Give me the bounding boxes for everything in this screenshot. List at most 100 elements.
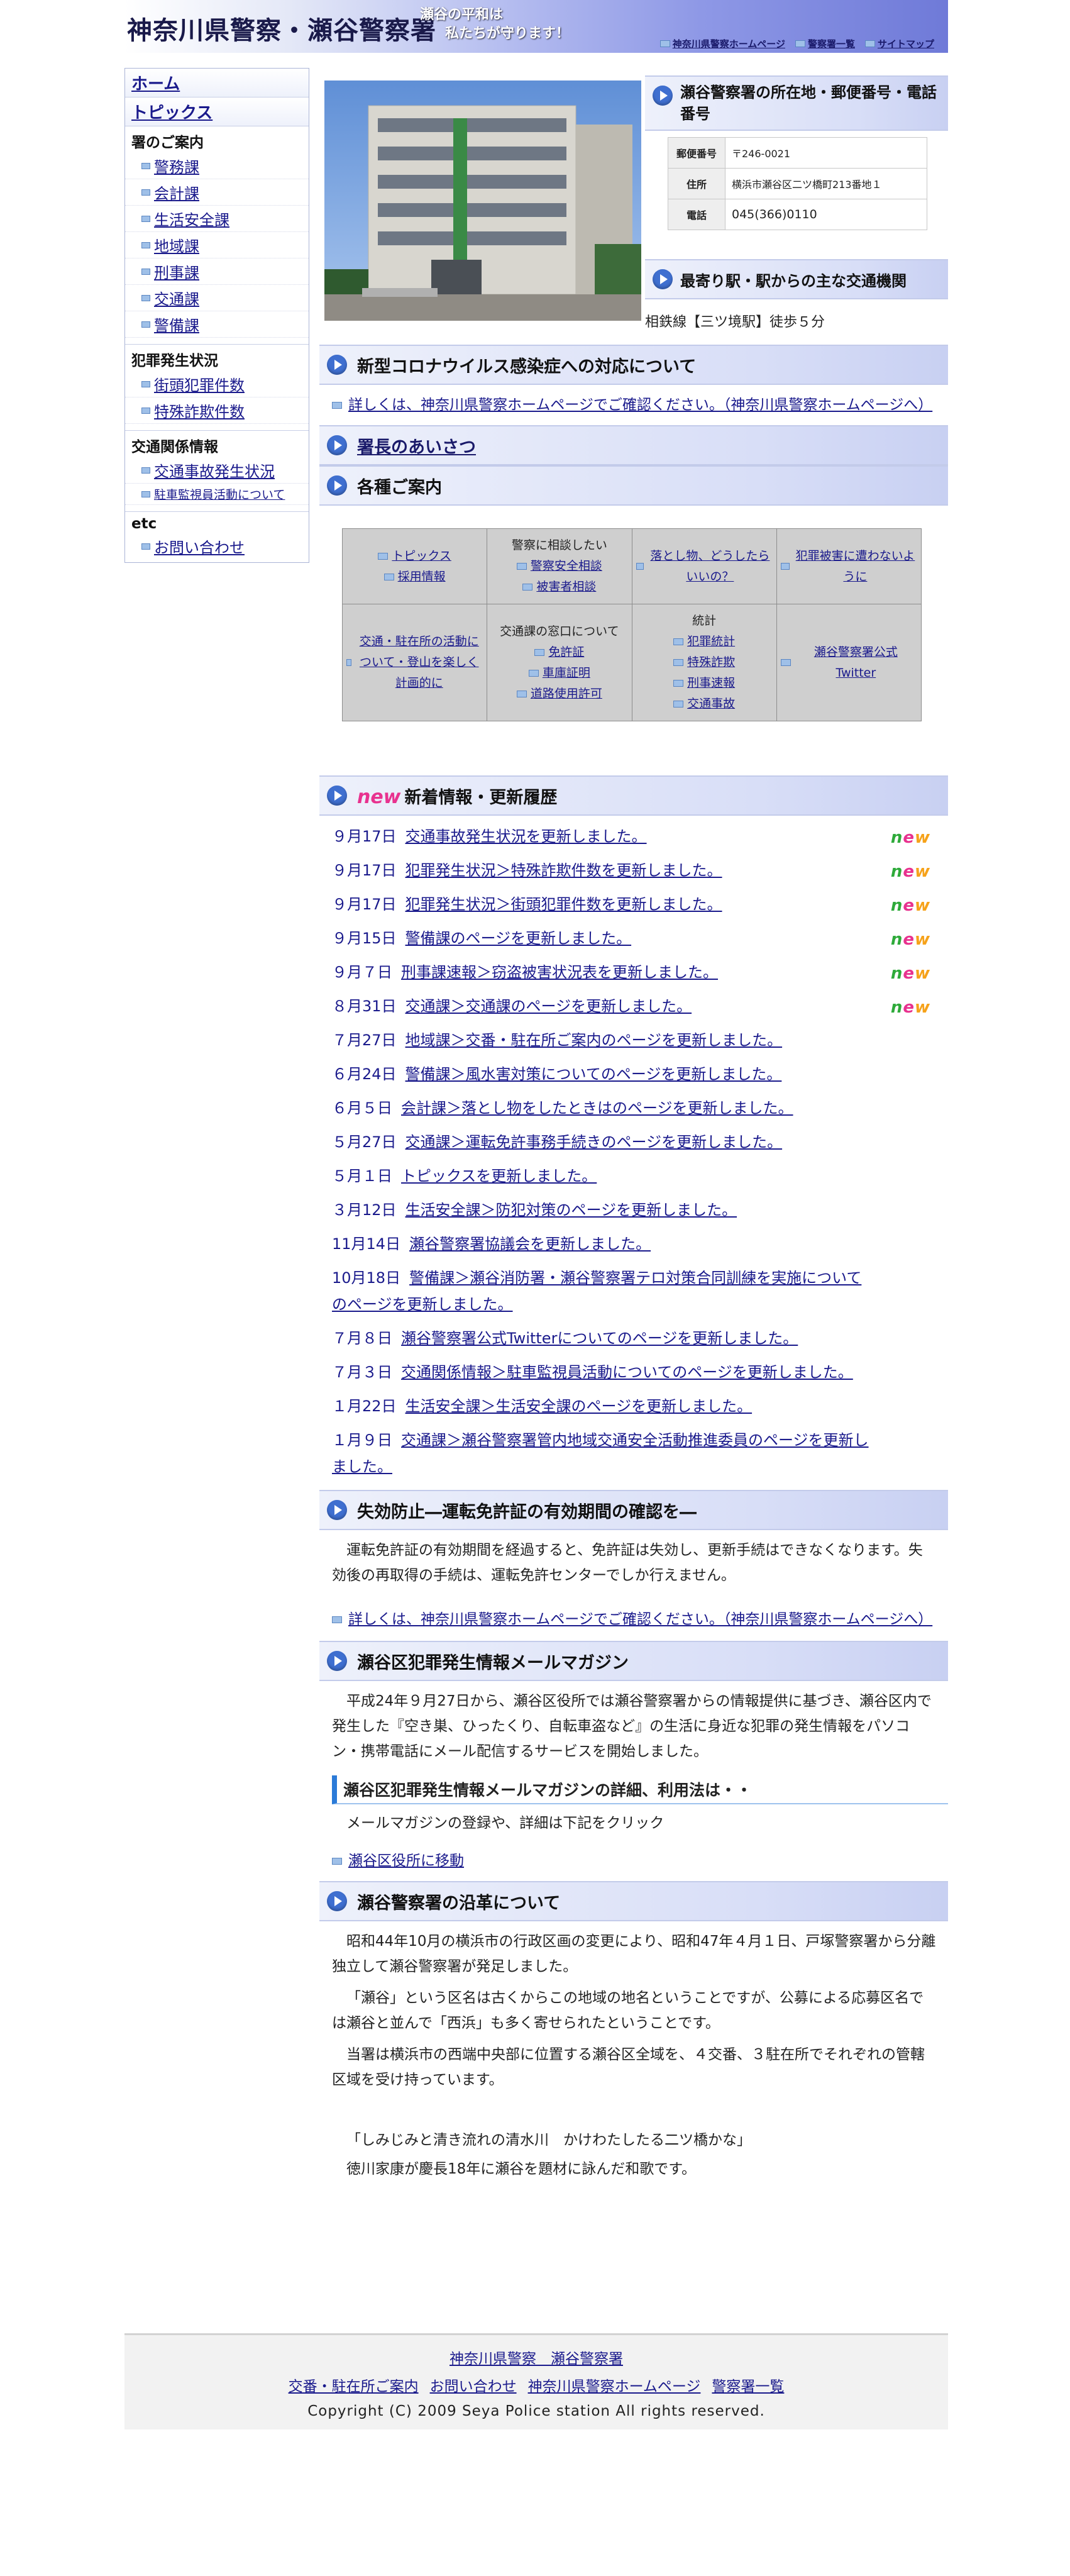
link-arrow-icon [516,690,527,697]
news-link[interactable]: 会計課＞落とし物をしたときはのページを更新しました。 [401,1099,793,1117]
guide-cell: トピックス 採用情報 [341,528,488,604]
link-arrow-icon [141,189,150,196]
news-item: ６月24日 警備課＞風水害対策についてのページを更新しました。 [319,1057,948,1091]
guide-link-criminal-bulletin[interactable]: 刑事速報 [673,673,735,694]
guide-link-recruit[interactable]: 採用情報 [383,567,446,587]
header-nav: 神奈川県警察ホームページ 警察署一覧 サイトマップ [659,37,934,50]
link-arrow-icon [673,638,684,645]
sidebar-item-keibi[interactable]: 警備課 [125,311,309,338]
sidebar-item-kaikei[interactable]: 会計課 [125,179,309,206]
new-mark-icon: new [890,828,930,847]
news-date: ７月27日 [332,1031,397,1049]
license-link[interactable]: 詳しくは、神奈川県警察ホームページでご確認ください。（神奈川県警察ホームページへ… [348,1611,932,1628]
news-link[interactable]: 刑事課速報＞窃盗被害状況表を更新しました。 [401,963,718,981]
arrow-bullet-icon [653,86,673,106]
news-link[interactable]: 交通課＞運転免許事務手続きのページを更新しました。 [405,1133,783,1151]
news-link[interactable]: 警備課＞風水害対策についてのページを更新しました。 [405,1065,782,1083]
ward-office-link[interactable]: 瀬谷区役所に移動 [348,1853,464,1869]
chief-greeting-link[interactable]: 署長のあいさつ [357,438,476,457]
guide-link-license[interactable]: 免許証 [534,642,584,663]
news-date: ９月17日 [332,862,397,879]
header-link-sitemap[interactable]: サイトマップ [864,37,934,50]
guide-link-garage-cert[interactable]: 車庫証明 [528,663,590,684]
site-header: 神奈川県警察・瀬谷警察署 瀬谷の平和は 私たちが守ります！ 神奈川県警察ホームペ… [124,0,948,53]
news-link[interactable]: 交通課＞瀬谷警察署管内地域交通安全活動推進委員のページを更新しました。 [332,1431,869,1475]
footer-station-link[interactable]: 神奈川県警察 瀬谷警察署 [450,2351,623,2367]
history-paragraph-1: 昭和44年10月の横浜市の行政区画の変更により、昭和47年４月１日、戸塚警察署か… [332,1933,936,1975]
guide-link-koban-activities[interactable]: 交通・駐在所の活動について・登山を楽しく計画的に [346,631,483,694]
header-link-pref-police[interactable]: 神奈川県警察ホームページ [659,37,785,50]
news-link[interactable]: 瀬谷警察署公式Twitterについてのページを更新しました。 [401,1330,798,1347]
location-heading: 瀬谷警察署の所在地・郵便番号・電話番号 [645,75,948,131]
history-paragraph-2: 「瀬谷」という区名は古くからこの地域の地名ということですが、公募による応募区名で… [332,1990,924,2031]
guide-link-twitter[interactable]: 瀬谷警察署公式Twitter [780,642,917,684]
sidebar-item-chiiki[interactable]: 地域課 [125,232,309,258]
news-link[interactable]: 交通関係情報＞駐車監視員活動についてのページを更新しました。 [401,1363,853,1381]
main-flow: 新型コロナウイルス感染症への対応について 詳しくは、神奈川県警察ホームページでご… [319,345,948,2182]
news-item: ７月８日 瀬谷警察署公式Twitterについてのページを更新しました。 [319,1321,948,1355]
news-link[interactable]: 交通事故発生状況を更新しました。 [405,828,647,845]
news-link[interactable]: 犯罪発生状況＞街頭犯罪件数を更新しました。 [405,896,722,913]
guide-link-crime-stats[interactable]: 犯罪統計 [673,631,735,652]
guide-cell: 統計 犯罪統計 特殊詐欺 刑事速報 交通事故 [631,604,777,721]
new-mark-icon: new [890,964,930,983]
news-item: ５月27日 交通課＞運転免許事務手続きのページを更新しました。 [319,1125,948,1159]
news-item: ７月３日 交通関係情報＞駐車監視員活動についてのページを更新しました。 [319,1355,948,1389]
sidebar-item-street-crime[interactable]: 街頭犯罪件数 [125,371,309,397]
header-link-station-list[interactable]: 警察署一覧 [795,37,855,50]
guide-link-safety-consult[interactable]: 警察安全相談 [516,556,602,577]
news-date: ３月12日 [332,1201,397,1219]
footer-link-pref-police[interactable]: 神奈川県警察ホームページ [528,2374,701,2396]
link-arrow-icon [141,162,150,169]
news-link[interactable]: 警備課＞瀬谷消防署・瀬谷警察署テロ対策合同訓練を実施についてのページを更新しまし… [332,1269,861,1313]
link-arrow-icon [141,294,150,301]
sidebar-item-contact[interactable]: お問い合わせ [125,533,309,562]
sidebar-item-traffic-accidents[interactable]: 交通事故発生状況 [125,457,309,484]
guide-link-victim-consult[interactable]: 被害者相談 [522,577,596,597]
station-building-photo [324,80,641,321]
history-heading: 瀬谷警察署の沿革について [319,1881,948,1921]
link-arrow-icon [780,563,790,570]
news-link[interactable]: 警備課のページを更新しました。 [405,930,632,947]
news-item: ９月17日 交通事故発生状況を更新しました。 new [319,819,948,853]
news-date: １月22日 [332,1397,397,1415]
sidebar-item-keimu[interactable]: 警務課 [125,153,309,179]
news-link[interactable]: 瀬谷警察署協議会を更新しました。 [409,1235,651,1253]
table-row: トピックス 採用情報 警察に相談したい 警察安全相談 被害者相談 落とし物、どう… [341,528,922,604]
news-item: 10月18日 警備課＞瀬谷消防署・瀬谷警察署テロ対策合同訓練を実施についてのページ… [319,1261,948,1321]
sidebar-divider [125,424,309,431]
sidebar-topics-link[interactable]: トピックス [125,97,309,126]
guide-link-traffic-accident-stats[interactable]: 交通事故 [673,694,735,714]
news-item: ９月17日 犯罪発生状況＞街頭犯罪件数を更新しました。 new [319,887,948,921]
sidebar-item-keiji[interactable]: 刑事課 [125,258,309,285]
footer-link-koban[interactable]: 交番・駐在所ご案内 [289,2374,419,2396]
access-text: 相鉄線【三ツ境駅】徒歩５分 [645,314,825,330]
footer-link-station-list[interactable]: 警察署一覧 [712,2374,784,2396]
arrow-bullet-icon [327,1651,347,1671]
news-link[interactable]: 生活安全課＞生活安全課のページを更新しました。 [405,1397,753,1415]
guide-link-fraud-stats[interactable]: 特殊詐欺 [673,652,735,673]
guide-link-topics[interactable]: トピックス [378,546,451,567]
link-arrow-icon [534,648,545,656]
sidebar-item-kotsu[interactable]: 交通課 [125,285,309,311]
link-arrow-icon [673,701,684,708]
sidebar-home-link[interactable]: ホーム [125,69,309,97]
guide-link-crime-prevention[interactable]: 犯罪被害に遭わないように [780,546,917,587]
sidebar-item-parking-monitor[interactable]: 駐車監視員活動について [125,484,309,505]
news-link[interactable]: 生活安全課＞防犯対策のページを更新しました。 [405,1201,737,1219]
sidebar-item-fraud[interactable]: 特殊詐欺件数 [125,397,309,424]
link-arrow-icon [673,659,684,666]
news-link[interactable]: トピックスを更新しました。 [401,1167,597,1185]
guide-link-road-use-permit[interactable]: 道路使用許可 [516,684,602,704]
sidebar-item-seikatsu[interactable]: 生活安全課 [125,206,309,232]
news-link[interactable]: 交通課＞交通課のページを更新しました。 [405,997,692,1015]
slogan-line1: 瀬谷の平和は [420,6,504,23]
footer-link-contact[interactable]: お問い合わせ [430,2374,517,2396]
news-link[interactable]: 地域課＞交番・駐在所ご案内のページを更新しました。 [405,1031,783,1049]
covid-link[interactable]: 詳しくは、神奈川県警察ホームページでご確認ください。（神奈川県警察ホームページへ… [348,397,932,413]
station-info: 瀬谷警察署の所在地・郵便番号・電話番号 郵便番号 〒246-0021 住所 横浜市瀬… [645,75,948,331]
guide-link-lost-items[interactable]: 落とし物、どうしたらいいの？ [636,546,773,587]
news-item: ３月12日 生活安全課＞防犯対策のページを更新しました。 [319,1193,948,1227]
news-link[interactable]: 犯罪発生状況＞特殊詐欺件数を更新しました。 [405,862,722,879]
news-date: ５月27日 [332,1133,397,1151]
